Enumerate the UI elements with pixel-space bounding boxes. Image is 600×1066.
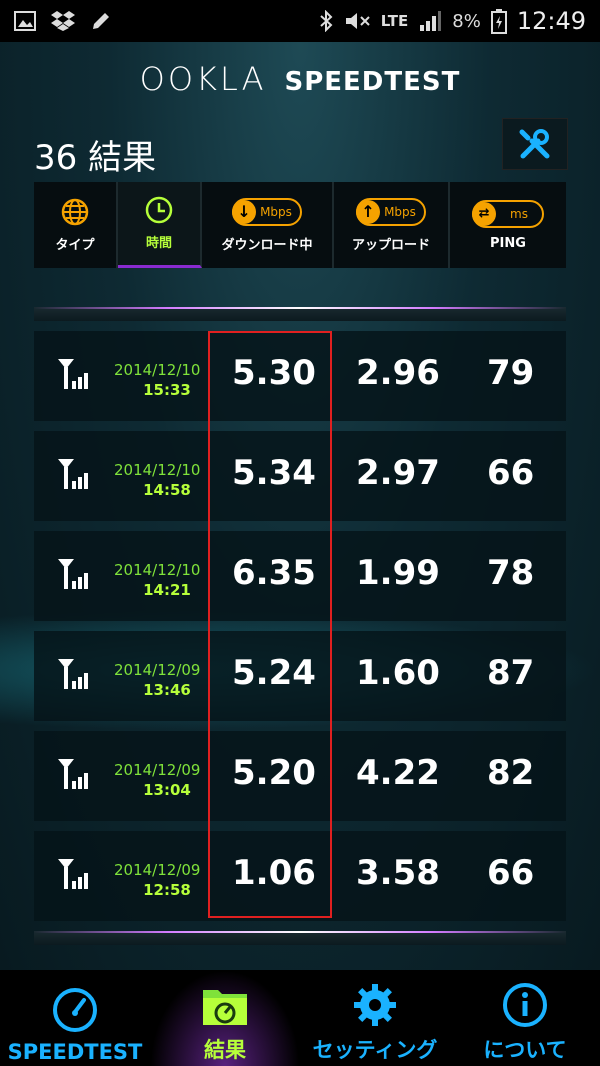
result-row[interactable]: 2014/12/10 14:58 5.34 2.97 66 [34,431,566,521]
result-row[interactable]: 2014/12/09 13:46 5.24 1.60 87 [34,631,566,721]
download-value: 5.24 [232,653,316,693]
nav-label: SPEEDTEST [7,1040,143,1064]
result-date: 2014/12/09 [114,661,201,679]
upload-unit: Mbps [384,204,416,219]
sort-tab-upload[interactable]: ↑ Mbps アップロード [334,182,450,268]
upload-value: 2.97 [356,453,440,493]
ping-icon: ⇄ [472,201,497,226]
upload-value: 3.58 [356,853,440,893]
sort-tab-label: PING [490,235,526,251]
nav-speedtest[interactable]: SPEEDTEST [0,970,150,1066]
result-date: 2014/12/09 [114,861,201,879]
gallery-icon [14,11,36,31]
result-time: 13:04 [143,781,191,799]
download-value: 5.30 [232,353,316,393]
status-bar: LTE 8% 12:49 [0,0,600,42]
bottom-nav: SPEEDTEST 結果 セッティング について [0,970,600,1066]
cell-signal-icon [58,459,88,489]
download-value: 5.34 [232,453,316,493]
sort-tab-label: タイプ [55,237,95,253]
result-time: 13:46 [143,681,191,699]
dropbox-icon [51,11,75,31]
upload-value: 1.99 [356,553,440,593]
cell-signal-icon [58,859,88,889]
tools-button[interactable] [502,118,568,170]
info-icon [503,983,547,1027]
nav-about[interactable]: について [450,970,600,1066]
result-time: 12:58 [143,881,191,899]
result-time: 15:33 [143,381,191,399]
result-date: 2014/12/10 [114,561,201,579]
ping-pill: ⇄ ms [472,199,544,228]
bluetooth-icon [320,10,333,32]
ping-unit: ms [510,206,528,221]
cell-signal-icon [58,659,88,689]
sort-tab-time[interactable]: 時間 [118,182,202,268]
ping-value: 79 [487,353,535,393]
ping-value: 87 [487,653,535,693]
results-folder-icon [203,990,247,1025]
sort-tab-label: アップロード [351,237,430,253]
result-time: 14:58 [143,481,191,499]
divider-bottom [34,931,566,945]
nav-label: 結果 [204,1038,246,1062]
upload-value: 1.60 [356,653,440,693]
brand-logo: OOKLA SPEEDTEST [140,60,461,98]
battery-icon [490,9,507,34]
download-pill: ↓ Mbps [232,197,302,226]
download-value: 1.06 [232,853,316,893]
clock-icon [145,196,173,224]
upload-value: 2.96 [356,353,440,393]
nav-label: セッティング [312,1038,438,1062]
sort-tab-label: 時間 [145,236,172,251]
gear-icon [354,984,396,1026]
sort-tab-type[interactable]: タイプ [34,182,118,268]
cell-signal-icon [58,559,88,589]
tools-icon [519,129,550,159]
result-date: 2014/12/10 [114,361,201,379]
ping-value: 66 [487,453,535,493]
download-unit: Mbps [260,204,292,219]
nav-results[interactable]: 結果 [150,970,300,1066]
result-row[interactable]: 2014/12/09 12:58 1.06 3.58 66 [34,831,566,921]
result-date: 2014/12/09 [114,761,201,779]
results-list: 2014/12/10 15:33 5.30 2.96 79 2014/12/10… [34,331,566,931]
battery-percent: 8% [452,10,481,32]
results-count: 36 結果 [34,138,157,178]
divider-top [34,307,566,321]
result-date: 2014/12/10 [114,461,201,479]
cell-signal-icon [58,359,88,389]
result-row[interactable]: 2014/12/10 15:33 5.30 2.96 79 [34,331,566,421]
upload-value: 4.22 [356,753,440,793]
sort-tab-ping[interactable]: ⇄ ms PING [450,182,566,268]
app-header: OOKLA SPEEDTEST [0,60,600,98]
edit-icon [93,13,109,29]
download-value: 6.35 [232,553,316,593]
clock-time: 12:49 [516,7,586,35]
upload-pill: ↑ Mbps [356,197,426,226]
cell-signal-icon [58,759,88,789]
mute-icon [345,13,370,29]
brand-ookla: OOKLA [139,60,267,98]
nav-label: について [483,1038,567,1062]
sort-tabs: タイプ 時間 ↓ Mbps ダウンロード中 ↑ Mbps アップロード ⇄ ms… [34,182,566,268]
ping-value: 78 [487,553,535,593]
download-value: 5.20 [232,753,316,793]
result-row[interactable]: 2014/12/10 14:21 6.35 1.99 78 [34,531,566,621]
globe-icon [61,198,89,225]
upload-icon: ↑ [356,199,381,224]
signal-icon [420,11,442,31]
speedometer-icon [53,988,97,1032]
network-type: LTE [380,12,409,30]
sort-tab-label: ダウンロード中 [221,237,313,253]
nav-settings[interactable]: セッティング [300,970,450,1066]
ping-value: 66 [487,853,535,893]
brand-speedtest: SPEEDTEST [284,67,461,97]
result-row[interactable]: 2014/12/09 13:04 5.20 4.22 82 [34,731,566,821]
sort-tab-download[interactable]: ↓ Mbps ダウンロード中 [202,182,334,268]
ping-value: 82 [487,753,535,793]
result-time: 14:21 [143,581,191,599]
download-icon: ↓ [232,199,257,224]
